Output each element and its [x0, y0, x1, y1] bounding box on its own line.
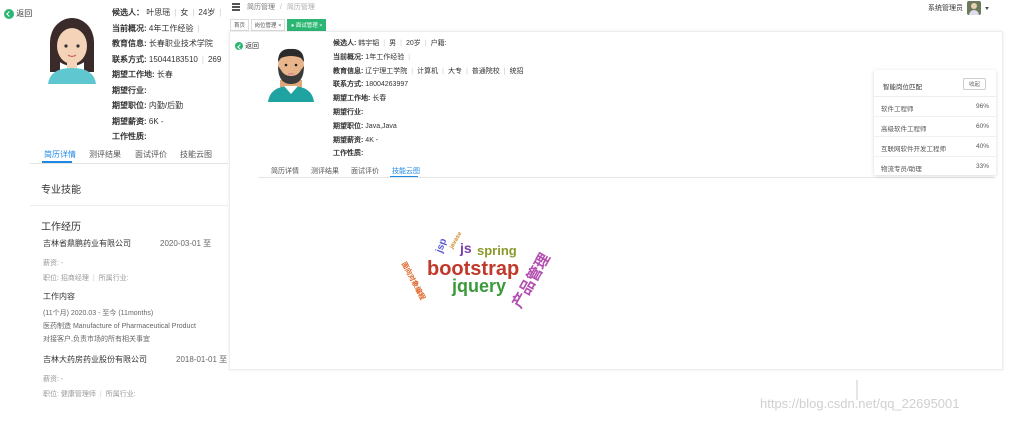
panel-contact-row: 联系方式: 18004263997	[333, 81, 409, 89]
match-score: 40%	[975, 143, 989, 150]
job-salary: 薪资: -	[43, 260, 64, 267]
left-tab-resume[interactable]: 简历详情	[44, 149, 76, 160]
job-row: 吉林省鼎鹏药业有限公司 2020-03-01 至	[43, 238, 233, 252]
collapse-button[interactable]: 收起	[963, 78, 987, 90]
match-job: 高级软件工程师	[881, 126, 927, 133]
page-tab-interview[interactable]: ● 面试管理 ×	[286, 19, 327, 31]
left-place-row: 期望工作地: 长春	[112, 70, 173, 79]
page-tab-jobs[interactable]: 岗位管理 ×	[250, 19, 286, 31]
work-line1: 医药制造 Manufacture of Pharmaceutical Produ…	[43, 323, 196, 330]
match-score: 33%	[975, 163, 989, 170]
left-status-row: 当前概况: 4年工作经验 |	[112, 23, 200, 33]
caret-down-icon	[984, 6, 989, 10]
left-edu-row: 教育信息: 长春职业技术学院	[112, 39, 213, 48]
panel-back-button[interactable]: 返回	[235, 41, 259, 51]
admin-menu[interactable]: 系统管理员	[928, 1, 989, 15]
skill-word-cloud: bootstrap jquery spring js jsp javase 产品…	[380, 225, 580, 315]
back-label: 返回	[244, 43, 259, 50]
match-job: 软件工程师	[881, 106, 914, 113]
work-content-title: 工作内容	[43, 292, 75, 301]
avatar-female	[48, 18, 96, 84]
breadcrumb-item: 简历管理	[286, 4, 315, 11]
panel-edu-row: 教育信息: 辽宁理工学院 | 计算机 | 大专 | 普通院校 | 统招	[333, 67, 524, 75]
job-salary: 薪资: -	[43, 376, 64, 383]
word-js: js	[460, 240, 472, 256]
left-back-button[interactable]: 返回	[4, 8, 32, 19]
panel-candidate-row: 候选人: 韩宇韬 | 男 | 20岁 | 户籍:	[333, 40, 447, 47]
work-line2: 对接客户,负责市场的所有相关事宜	[43, 336, 150, 343]
job-date: 2020-03-01 至	[160, 239, 212, 248]
job-role: 职位: 招商经理	[43, 275, 89, 282]
breadcrumb: 简历管理 / 简历管理	[247, 4, 315, 11]
panel-tab-resume[interactable]: 简历详情	[271, 166, 299, 176]
word-oop: 面向对象编程	[399, 261, 426, 302]
job-role: 职位: 健康管理师	[43, 391, 96, 398]
page-tab-home[interactable]: 首页	[230, 19, 250, 31]
left-industry-row: 期望行业:	[112, 85, 147, 95]
avatar-male	[268, 48, 314, 102]
left-contact-row: 联系方式: 15044183510 | 269	[112, 54, 222, 64]
panel-status-row: 当前概况: 1年工作经验 |	[333, 53, 411, 61]
panel-tab-skillcloud[interactable]: 技能云图	[392, 166, 420, 176]
left-position-row: 期望职位: 内勤/后勤	[112, 101, 184, 110]
left-tab-skillcloud[interactable]: 技能云图	[180, 149, 212, 160]
match-row[interactable]: 物流专员/助理 33%	[874, 157, 996, 176]
back-label: 返回	[16, 9, 33, 18]
panel-place-row: 期望工作地: 长春	[333, 95, 387, 103]
panel-salary-row: 期望薪资: 4K -	[333, 136, 379, 144]
left-tab-interview[interactable]: 面试评价	[135, 149, 167, 160]
match-row[interactable]: 高级软件工程师 60%	[874, 117, 996, 137]
back-arrow-icon	[4, 8, 14, 19]
job-match-card: 智能岗位匹配 收起 软件工程师 96% 高级软件工程师 60% 互联网软件开发工…	[874, 70, 996, 175]
menu-toggle[interactable]	[232, 3, 240, 11]
job-row: 吉林大药房药业股份有限公司 2018-01-01 至	[43, 354, 233, 368]
hamburger-icon	[232, 3, 240, 5]
left-divider	[30, 205, 228, 206]
match-row[interactable]: 软件工程师 96%	[874, 97, 996, 117]
job-date: 2018-01-01 至	[176, 355, 228, 364]
left-worktype-row: 工作性质:	[112, 132, 147, 141]
panel-position-row: 期望职位: Java,Java	[333, 122, 397, 130]
left-candidate-row: 候选人： 叶思瑶 | 女 | 24岁 |	[112, 8, 222, 17]
experience-title: 工作经历	[41, 222, 81, 233]
job-industry: 所属行业:	[98, 275, 129, 282]
panel-industry-row: 期望行业:	[333, 108, 364, 116]
left-salary-row: 期望薪资: 6K -	[112, 116, 164, 126]
breadcrumb-item[interactable]: 简历管理	[247, 4, 275, 11]
page-tabs: 首页 岗位管理 × ● 面试管理 ×	[230, 19, 327, 31]
job-company: 吉林省鼎鹏药业有限公司	[43, 239, 131, 248]
panel-tab-assessment[interactable]: 测评结果	[311, 166, 339, 176]
admin-avatar	[966, 1, 981, 15]
job-industry: 所属行业:	[105, 391, 136, 398]
close-icon[interactable]: ×	[319, 23, 322, 29]
panel-tab-interview[interactable]: 面试评价	[351, 166, 379, 176]
match-title: 智能岗位匹配	[883, 84, 922, 91]
admin-name: 系统管理员	[928, 5, 963, 12]
skills-title: 专业技能	[41, 185, 81, 196]
work-period: (11个月) 2020.03 - 至今 (11months)	[43, 310, 154, 317]
match-score: 60%	[975, 123, 989, 130]
watermark: https://blog.csdn.net/qq_22695001	[760, 396, 960, 411]
panel-worktype-row: 工作性质:	[333, 150, 364, 158]
match-score: 96%	[975, 103, 989, 110]
close-icon[interactable]: ×	[278, 23, 281, 29]
left-tab-assessment[interactable]: 测评结果	[89, 149, 121, 160]
back-arrow-icon	[235, 42, 243, 51]
job-company: 吉林大药房药业股份有限公司	[43, 355, 147, 364]
match-job: 物流专员/助理	[881, 166, 922, 173]
match-row[interactable]: 互联网软件开发工程师 40%	[874, 137, 996, 157]
word-jsp: jsp	[434, 237, 450, 255]
match-job: 互联网软件开发工程师	[881, 146, 946, 153]
word-spring: spring	[477, 243, 517, 258]
left-tab-divider	[30, 163, 228, 164]
panel-tab-divider	[258, 177, 994, 178]
word-jquery: jquery	[452, 276, 507, 296]
